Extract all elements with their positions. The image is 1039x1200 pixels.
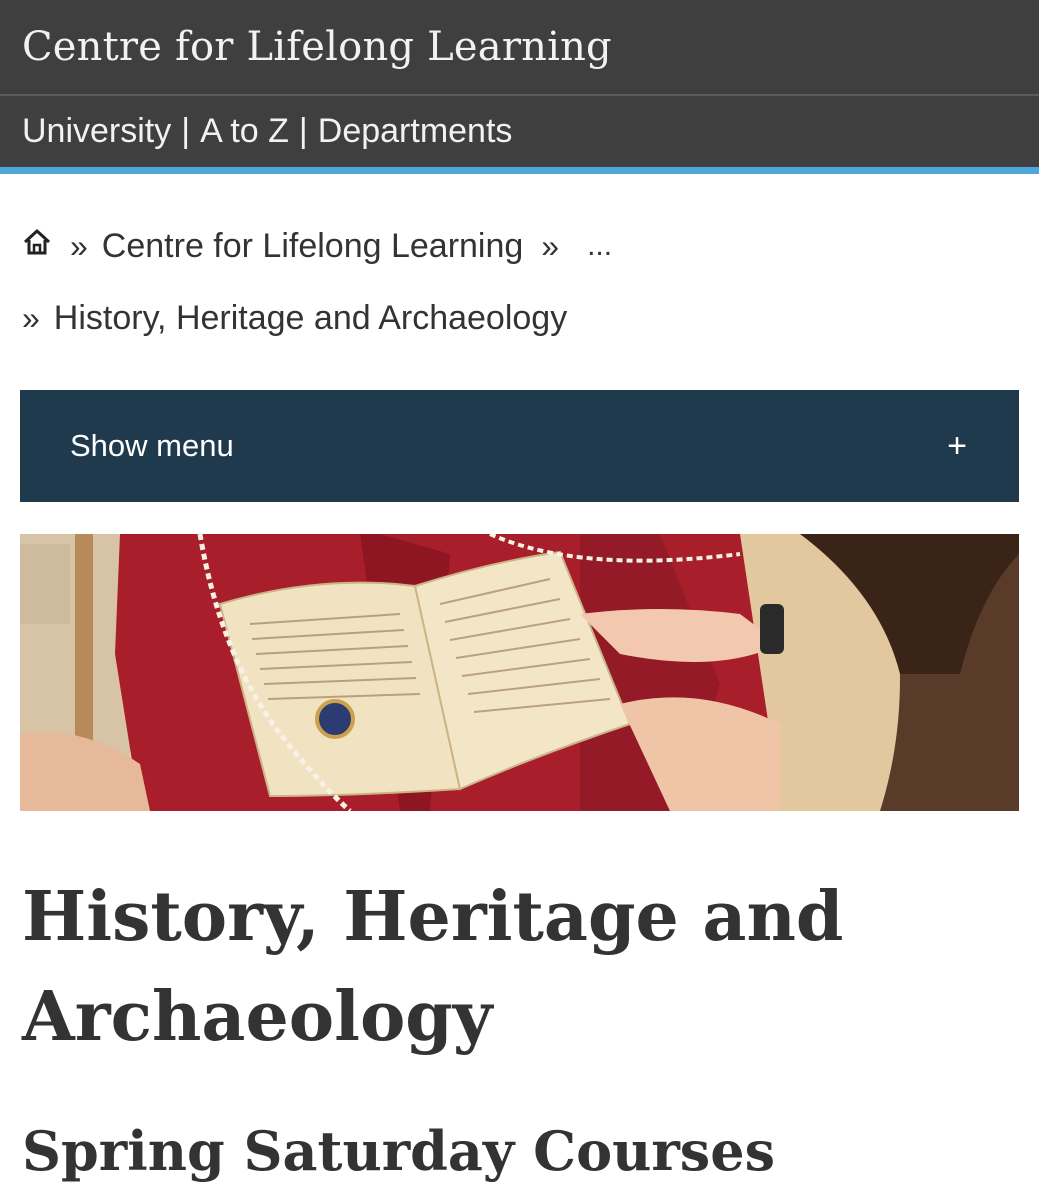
breadcrumb-line: » Centre for Lifelong Learning » ... (22, 218, 1017, 274)
breadcrumb-separator: » (541, 227, 560, 264)
breadcrumb-ellipsis[interactable]: ... (587, 229, 612, 263)
breadcrumb: » Centre for Lifelong Learning » ... » H… (0, 218, 1039, 346)
section-heading: Spring Saturday Courses (22, 1119, 775, 1183)
home-icon (23, 229, 51, 254)
nav-separator: | (181, 112, 191, 150)
nav-link-university[interactable]: University (22, 112, 171, 151)
utility-nav: University | A to Z | Departments (0, 96, 1039, 174)
breadcrumb-home-link[interactable] (22, 227, 52, 266)
banner-image (20, 534, 1019, 811)
nav-separator: | (298, 112, 308, 150)
breadcrumb-separator: » (70, 227, 88, 264)
plus-icon: + (947, 426, 967, 465)
page-title: History, Heritage and Archaeology (22, 877, 844, 1057)
breadcrumb-separator: » (22, 299, 40, 336)
breadcrumb-line: » History, Heritage and Archaeology (22, 290, 1017, 346)
breadcrumb-current: History, Heritage and Archaeology (53, 298, 568, 337)
show-menu-toggle[interactable]: Show menu + (20, 390, 1019, 502)
show-menu-label: Show menu (70, 428, 234, 463)
site-header: Centre for Lifelong Learning (0, 0, 1039, 96)
nav-link-a-to-z[interactable]: A to Z (200, 112, 289, 151)
breadcrumb-item-centre[interactable]: Centre for Lifelong Learning (102, 227, 524, 266)
manuscript-illustration (20, 534, 1019, 811)
site-title-link[interactable]: Centre for Lifelong Learning (22, 24, 612, 70)
nav-link-departments[interactable]: Departments (318, 112, 513, 151)
